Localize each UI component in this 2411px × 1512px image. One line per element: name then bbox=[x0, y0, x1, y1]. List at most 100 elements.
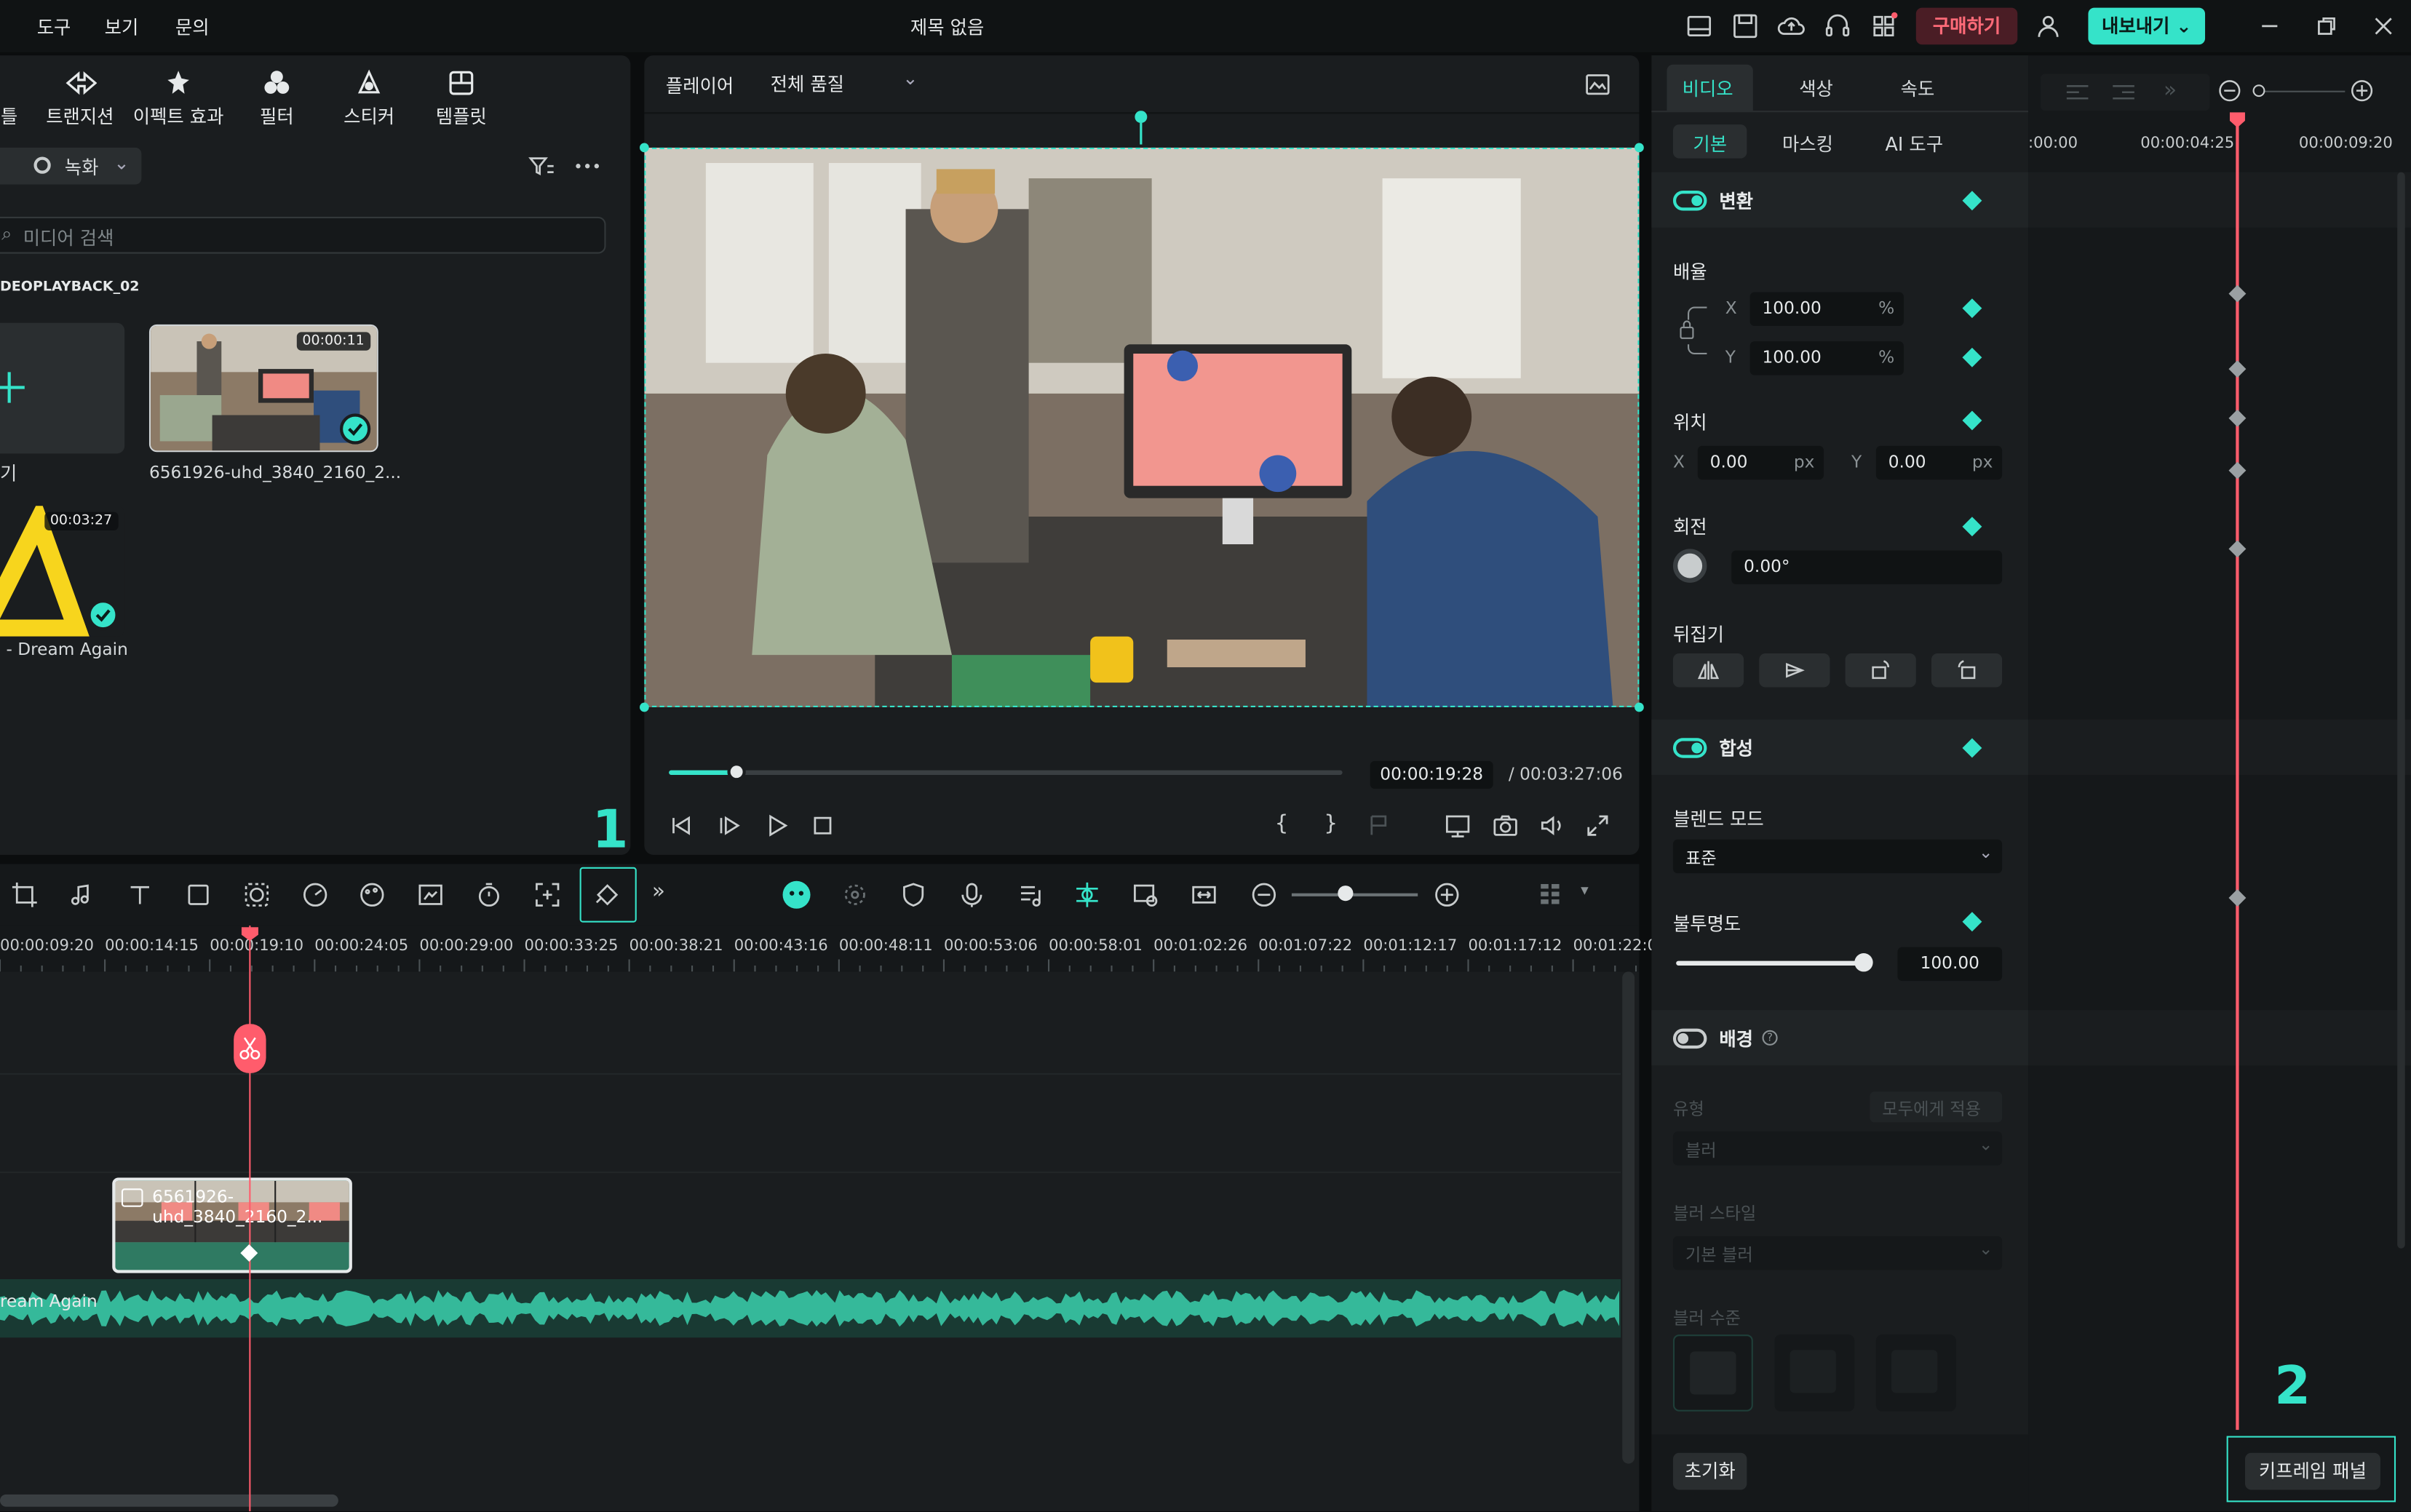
speed-icon[interactable] bbox=[300, 880, 330, 910]
kf-zoom-out-icon[interactable] bbox=[2216, 77, 2244, 105]
opacity-knob[interactable] bbox=[1854, 953, 1873, 972]
color-icon[interactable] bbox=[357, 880, 387, 910]
shield-icon[interactable] bbox=[898, 880, 929, 910]
reset-button[interactable]: 초기화 bbox=[1672, 1452, 1747, 1490]
keyframe-marker[interactable] bbox=[2228, 285, 2247, 303]
mask-tool-icon[interactable] bbox=[242, 880, 272, 910]
keyframe-add-icon[interactable] bbox=[1962, 517, 1982, 537]
transform-toggle[interactable] bbox=[1672, 191, 1707, 211]
tab-video[interactable]: 비디오 bbox=[1667, 64, 1753, 111]
cloud-upload-icon[interactable] bbox=[1776, 11, 1807, 41]
toolbar-effects[interactable]: 이펙트 효과 bbox=[129, 68, 227, 130]
layout-icon[interactable] bbox=[1684, 11, 1715, 41]
buy-button[interactable]: 구매하기 bbox=[1915, 7, 2018, 45]
keyframe-add-icon[interactable] bbox=[1962, 347, 1982, 367]
kf-playhead-handle[interactable] bbox=[2229, 112, 2245, 128]
keyframe-add-icon[interactable] bbox=[1962, 191, 1982, 211]
menu-help[interactable]: 문의 bbox=[175, 14, 210, 40]
keyframe-add-icon[interactable] bbox=[1962, 912, 1982, 932]
position-y-input[interactable]: 0.00 px bbox=[1875, 445, 2003, 480]
flip-horizontal-button[interactable] bbox=[1672, 653, 1744, 688]
display-icon[interactable] bbox=[1442, 811, 1473, 841]
blend-mode-dropdown[interactable]: 표준 ⌄ bbox=[1672, 839, 2003, 874]
resize-handle[interactable] bbox=[640, 702, 649, 712]
sort-filter-icon[interactable] bbox=[526, 151, 557, 181]
shape-icon[interactable] bbox=[183, 880, 213, 910]
keyframe-marker[interactable] bbox=[2228, 360, 2247, 378]
rotation-input[interactable]: 0.00° bbox=[1731, 550, 2003, 584]
blur-level-option[interactable] bbox=[1672, 1334, 1753, 1412]
scale-y-input[interactable]: 100.00% bbox=[1749, 341, 1904, 375]
play-icon[interactable] bbox=[761, 811, 792, 841]
music-list-icon[interactable] bbox=[1015, 880, 1046, 910]
more-options-icon[interactable] bbox=[572, 151, 603, 181]
kf-zoom-knob[interactable] bbox=[2252, 84, 2265, 98]
timeline-vscrollbar[interactable] bbox=[1622, 971, 1635, 1464]
help-icon[interactable]: ? bbox=[1762, 1030, 1778, 1046]
opacity-slider[interactable] bbox=[1676, 953, 1873, 972]
zoom-out-icon[interactable] bbox=[1249, 880, 1279, 910]
prev-frame-icon[interactable] bbox=[666, 811, 696, 841]
snapshot-icon[interactable] bbox=[1490, 811, 1520, 841]
more-icon[interactable]: » bbox=[2164, 79, 2177, 103]
opacity-input[interactable]: 100.00 bbox=[1897, 947, 2003, 982]
keyframe-panel-button[interactable]: 키프레임 패널 bbox=[2244, 1452, 2380, 1490]
volume-icon[interactable] bbox=[1536, 811, 1567, 841]
align-right-icon[interactable] bbox=[2108, 77, 2139, 108]
motion-track-icon[interactable] bbox=[840, 880, 870, 910]
link-lock-icon[interactable] bbox=[1676, 298, 1709, 363]
toolbar-transitions[interactable]: 트랜지션 bbox=[31, 68, 129, 130]
media-search-input[interactable]: ⌕ 미디어 검색 bbox=[0, 216, 606, 254]
preview-canvas[interactable] bbox=[640, 143, 1644, 712]
zoom-knob[interactable] bbox=[1338, 886, 1354, 902]
resize-handle[interactable] bbox=[1635, 702, 1644, 712]
close-icon[interactable] bbox=[2368, 11, 2399, 41]
ai-assistant-icon[interactable] bbox=[781, 880, 811, 910]
keyframe-add-icon[interactable] bbox=[1962, 738, 1982, 758]
subtab-ai-tools[interactable]: AI 도구 bbox=[1886, 131, 1944, 157]
fit-timeline-icon[interactable] bbox=[1188, 880, 1219, 910]
transform-section-header[interactable]: 변환 bbox=[1651, 172, 2029, 228]
compositing-section-header[interactable]: 합성 bbox=[1651, 719, 2029, 775]
kf-zoom-in-icon[interactable] bbox=[2348, 77, 2376, 105]
timeline-hscrollbar[interactable] bbox=[0, 1494, 338, 1507]
timeline-playhead[interactable] bbox=[249, 926, 251, 1512]
kf-scrollbar[interactable] bbox=[2397, 172, 2405, 1249]
microphone-icon[interactable] bbox=[956, 880, 987, 910]
kf-playhead[interactable] bbox=[2236, 114, 2239, 1431]
background-toggle[interactable] bbox=[1672, 1028, 1707, 1049]
scissors-button[interactable] bbox=[234, 1024, 266, 1073]
apply-to-all-button[interactable]: 모두에게 적용 bbox=[1870, 1091, 2003, 1123]
grid-layout-icon[interactable] bbox=[1535, 880, 1565, 910]
account-icon[interactable] bbox=[2033, 11, 2063, 41]
timer-icon[interactable] bbox=[474, 880, 504, 910]
blur-level-option[interactable] bbox=[1774, 1334, 1855, 1412]
mark-out-icon[interactable]: } bbox=[1324, 812, 1338, 837]
apps-grid-icon[interactable] bbox=[1868, 11, 1899, 41]
selection-box[interactable] bbox=[644, 147, 1640, 707]
video-clip[interactable]: 6561926-uhd_3840_2160_2... bbox=[112, 1177, 352, 1273]
rotation-dial[interactable] bbox=[1672, 549, 1707, 583]
progress-knob[interactable] bbox=[727, 763, 746, 781]
headset-icon[interactable] bbox=[1822, 11, 1853, 41]
crop-icon[interactable] bbox=[9, 880, 40, 910]
bg-type-dropdown[interactable]: 블러 ⌄ bbox=[1672, 1131, 2003, 1166]
scope-icon[interactable] bbox=[1582, 69, 1613, 100]
tab-color[interactable]: 색상 bbox=[1799, 76, 1833, 102]
toolbar-stickers[interactable]: 스티커 bbox=[320, 68, 418, 130]
restore-icon[interactable] bbox=[2311, 11, 2342, 41]
background-section-header[interactable]: 배경 ? bbox=[1651, 1010, 2029, 1066]
minimize-icon[interactable] bbox=[2255, 11, 2285, 41]
position-x-input[interactable]: 0.00 px bbox=[1697, 445, 1824, 480]
keyframe-marker[interactable] bbox=[2228, 461, 2247, 480]
tab-speed[interactable]: 속도 bbox=[1901, 76, 1935, 102]
align-left-icon[interactable] bbox=[2062, 77, 2093, 108]
fullscreen-icon[interactable] bbox=[1582, 811, 1613, 841]
compositing-toggle[interactable] bbox=[1672, 738, 1707, 758]
kf-ruler[interactable]: :00:00 00:00:04:25 00:00:09:20 bbox=[2028, 129, 2411, 169]
text-tool-icon[interactable] bbox=[124, 880, 155, 910]
keyframe-marker[interactable] bbox=[2228, 540, 2247, 558]
progress-track[interactable] bbox=[669, 763, 1343, 781]
zoom-slider[interactable] bbox=[1291, 886, 1418, 902]
resize-handle[interactable] bbox=[640, 143, 649, 153]
